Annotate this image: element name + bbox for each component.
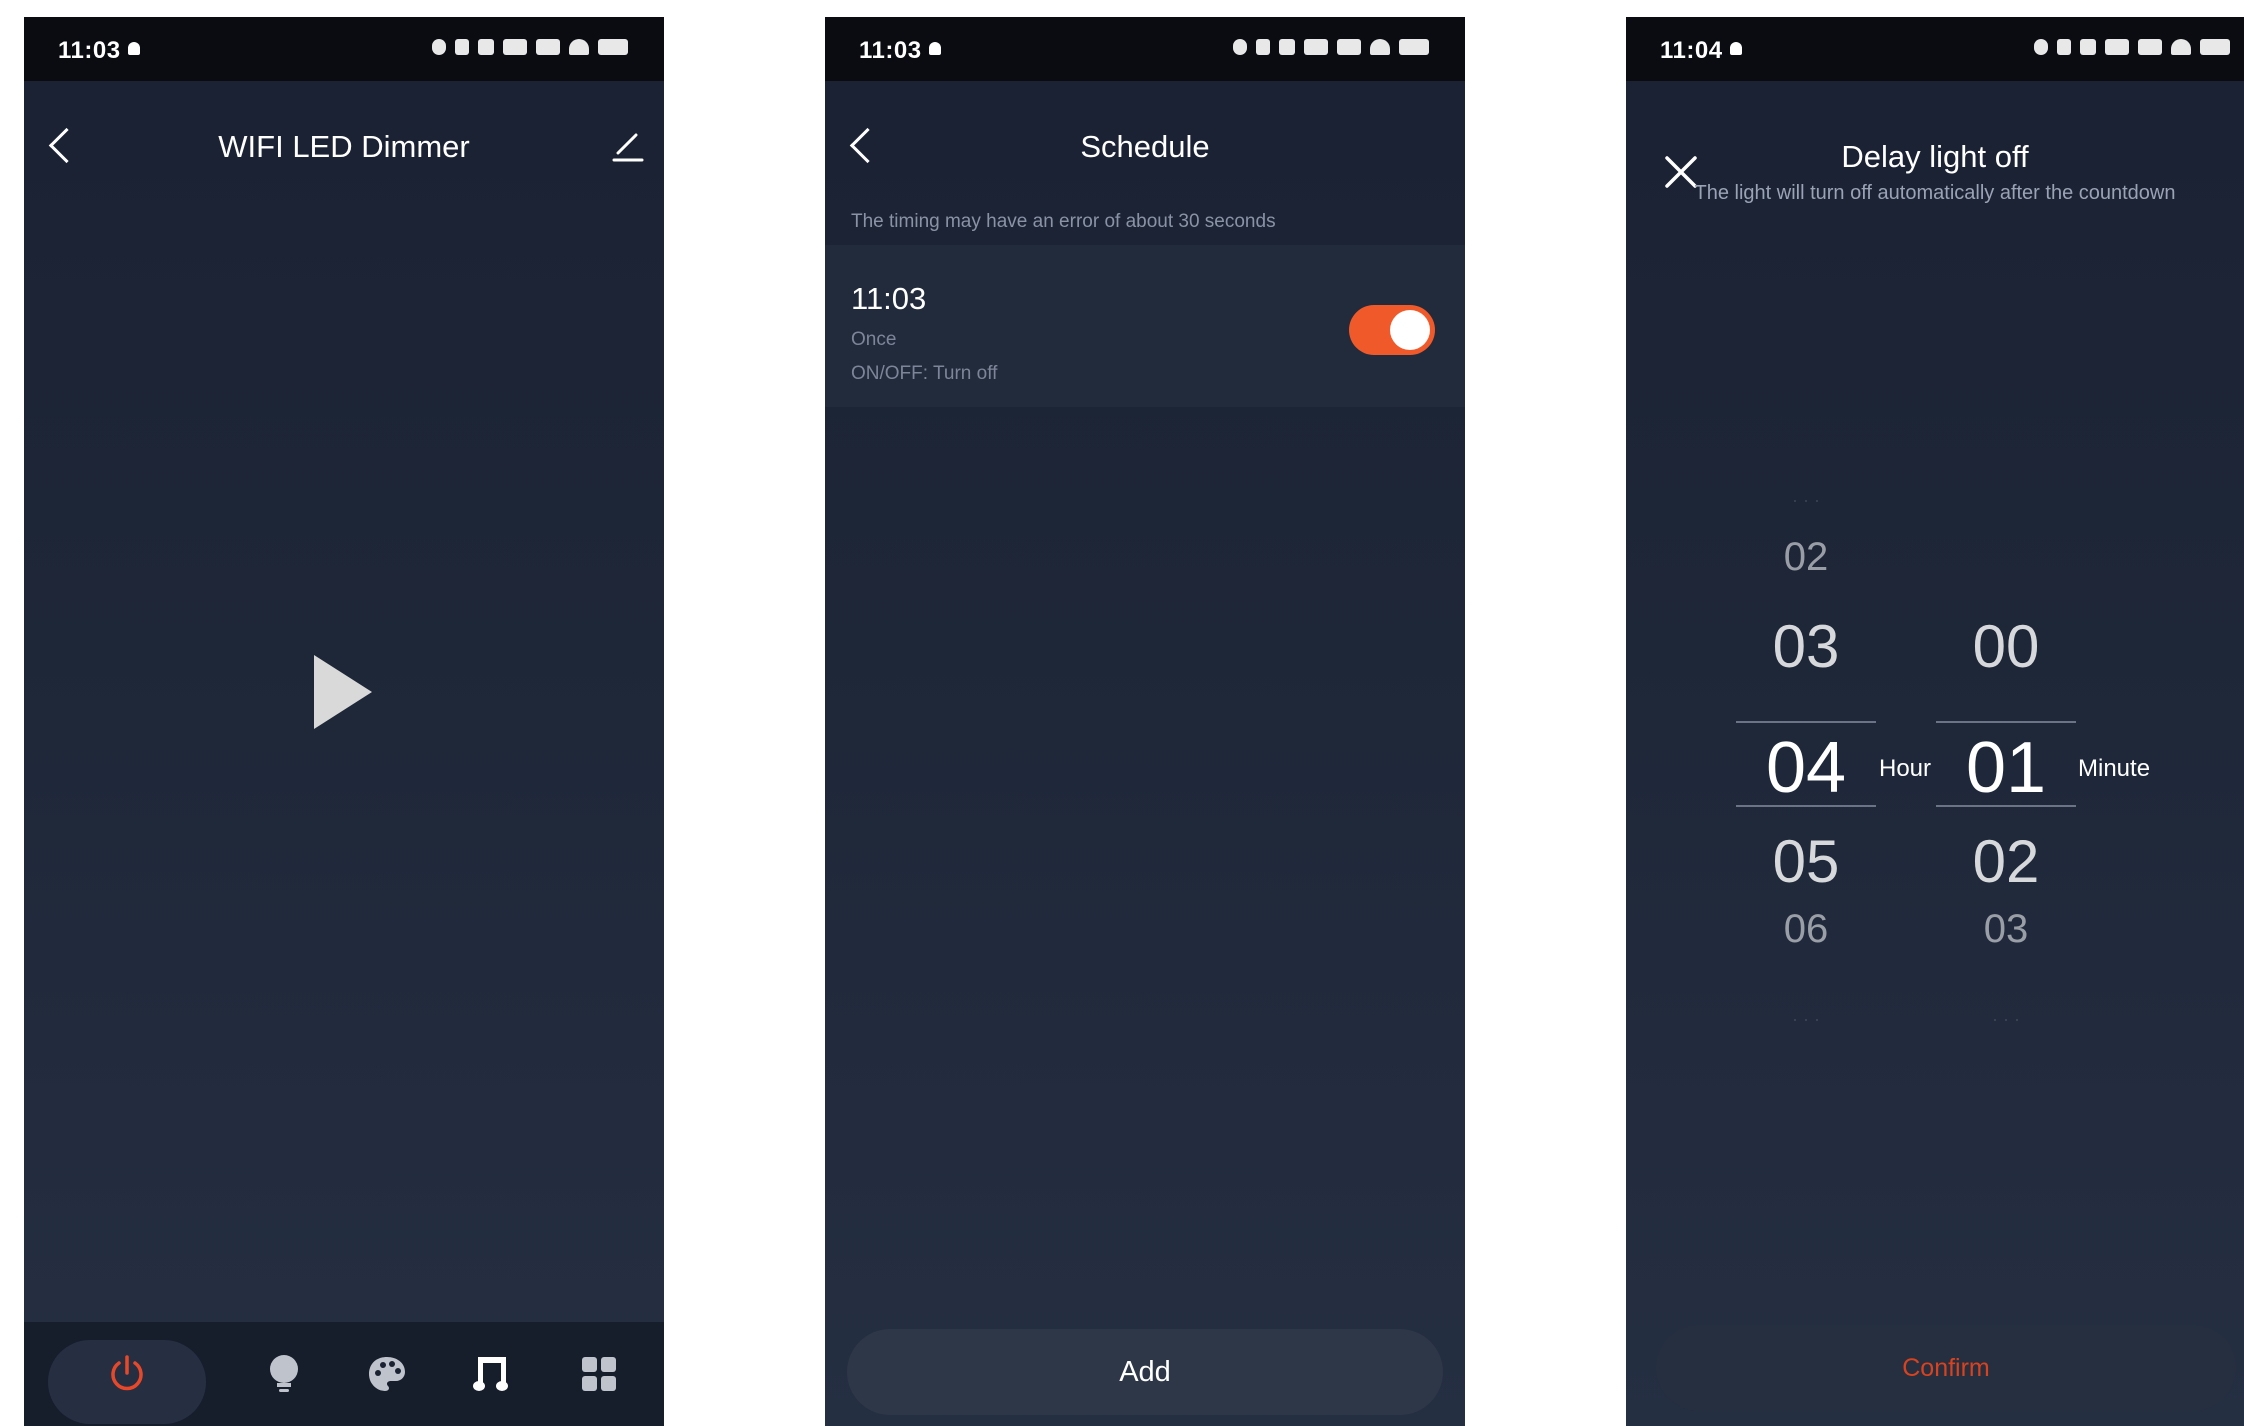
selection-line bbox=[1736, 805, 1876, 807]
grid-icon bbox=[582, 1357, 616, 1391]
edit-icon[interactable] bbox=[610, 129, 644, 168]
picker-value: 03 bbox=[1983, 907, 2029, 951]
cellular-icon bbox=[1337, 39, 1361, 55]
minute-unit-label: Minute bbox=[2078, 755, 2151, 782]
status-icons bbox=[2034, 39, 2230, 55]
data-speed-icon bbox=[2105, 39, 2129, 55]
mute-icon bbox=[1256, 39, 1270, 55]
signal-icon bbox=[478, 39, 494, 55]
picker-value: 00 bbox=[1972, 613, 2040, 680]
schedule-screen: 11:03 Schedule The timing may have an er… bbox=[825, 17, 1465, 1426]
picker-faded-top: · · · bbox=[1792, 490, 1820, 510]
picker-value: 06 bbox=[1783, 907, 1829, 951]
status-time: 11:03 bbox=[58, 37, 121, 64]
signal-icon bbox=[1279, 39, 1295, 55]
toggle-knob bbox=[1390, 310, 1430, 350]
mute-icon bbox=[2057, 39, 2071, 55]
picker-selected-value: 01 bbox=[1965, 728, 2047, 808]
picker-value: 02 bbox=[1783, 535, 1829, 579]
wifi-icon bbox=[2171, 39, 2191, 55]
schedule-time: 11:03 bbox=[851, 281, 927, 316]
hour-unit-label: Hour bbox=[1879, 755, 1932, 782]
dimmer-screen: 11:03 WIFI LED Dimmer bbox=[24, 17, 664, 1426]
schedule-action: ON/OFF: Turn off bbox=[851, 363, 998, 384]
notification-icon bbox=[128, 42, 140, 55]
alarm-icon bbox=[432, 39, 446, 55]
picker-selected-value: 04 bbox=[1765, 728, 1847, 808]
status-time: 11:04 bbox=[1660, 37, 1723, 64]
bulb-icon bbox=[270, 1355, 298, 1392]
notification-icon bbox=[1730, 42, 1742, 55]
status-bar: 11:04 bbox=[1626, 17, 2244, 81]
picker-faded-bottom: · · · bbox=[1992, 1009, 2020, 1029]
data-speed-icon bbox=[503, 39, 527, 55]
schedule-repeat: Once bbox=[851, 329, 897, 350]
confirm-button[interactable]: Confirm bbox=[1656, 1325, 2236, 1411]
data-speed-icon bbox=[1304, 39, 1328, 55]
delay-off-screen: 11:04 Delay light off The light will tur… bbox=[1626, 17, 2244, 1426]
music-icon bbox=[473, 1357, 508, 1391]
page-title: WIFI LED Dimmer bbox=[218, 129, 470, 164]
mute-icon bbox=[455, 39, 469, 55]
page-title: Schedule bbox=[1080, 129, 1210, 164]
alarm-icon bbox=[1233, 39, 1247, 55]
alarm-icon bbox=[2034, 39, 2048, 55]
cellular-icon bbox=[2138, 39, 2162, 55]
status-bar: 11:03 bbox=[825, 17, 1465, 81]
add-button[interactable]: Add bbox=[847, 1329, 1443, 1415]
wifi-icon bbox=[1370, 39, 1390, 55]
selection-line bbox=[1936, 721, 2076, 723]
schedule-item[interactable]: 11:03 Once ON/OFF: Turn off bbox=[825, 245, 1465, 407]
schedule-toggle[interactable] bbox=[1349, 305, 1435, 355]
bottom-nav bbox=[24, 1322, 664, 1426]
selection-line bbox=[1736, 721, 1876, 723]
wifi-icon bbox=[569, 39, 589, 55]
battery-icon bbox=[2200, 39, 2230, 55]
picker-value: 02 bbox=[1972, 828, 2040, 895]
cellular-icon bbox=[536, 39, 560, 55]
status-bar: 11:03 bbox=[24, 17, 664, 81]
signal-icon bbox=[2080, 39, 2096, 55]
notification-icon bbox=[929, 42, 941, 55]
nav-music[interactable] bbox=[462, 1322, 522, 1426]
picker-faded-bottom: · · · bbox=[1792, 1009, 1820, 1029]
dialog-subtitle: The light will turn off automatically af… bbox=[1694, 182, 2176, 204]
nav-power[interactable] bbox=[94, 1322, 160, 1426]
picker-value: 03 bbox=[1772, 613, 1840, 680]
battery-icon bbox=[1399, 39, 1429, 55]
nav-bulb[interactable] bbox=[254, 1322, 314, 1426]
palette-icon bbox=[369, 1357, 405, 1391]
status-time: 11:03 bbox=[859, 37, 922, 64]
dialog-title: Delay light off bbox=[1841, 139, 2029, 174]
selection-line bbox=[1936, 805, 2076, 807]
nav-palette[interactable] bbox=[357, 1322, 417, 1426]
play-icon[interactable] bbox=[314, 655, 372, 729]
timing-hint: The timing may have an error of about 30… bbox=[851, 211, 1276, 232]
status-icons bbox=[432, 39, 628, 55]
picker-value: 05 bbox=[1772, 828, 1840, 895]
battery-icon bbox=[598, 39, 628, 55]
status-icons bbox=[1233, 39, 1429, 55]
power-icon bbox=[111, 1355, 143, 1391]
nav-scenes[interactable] bbox=[569, 1322, 629, 1426]
